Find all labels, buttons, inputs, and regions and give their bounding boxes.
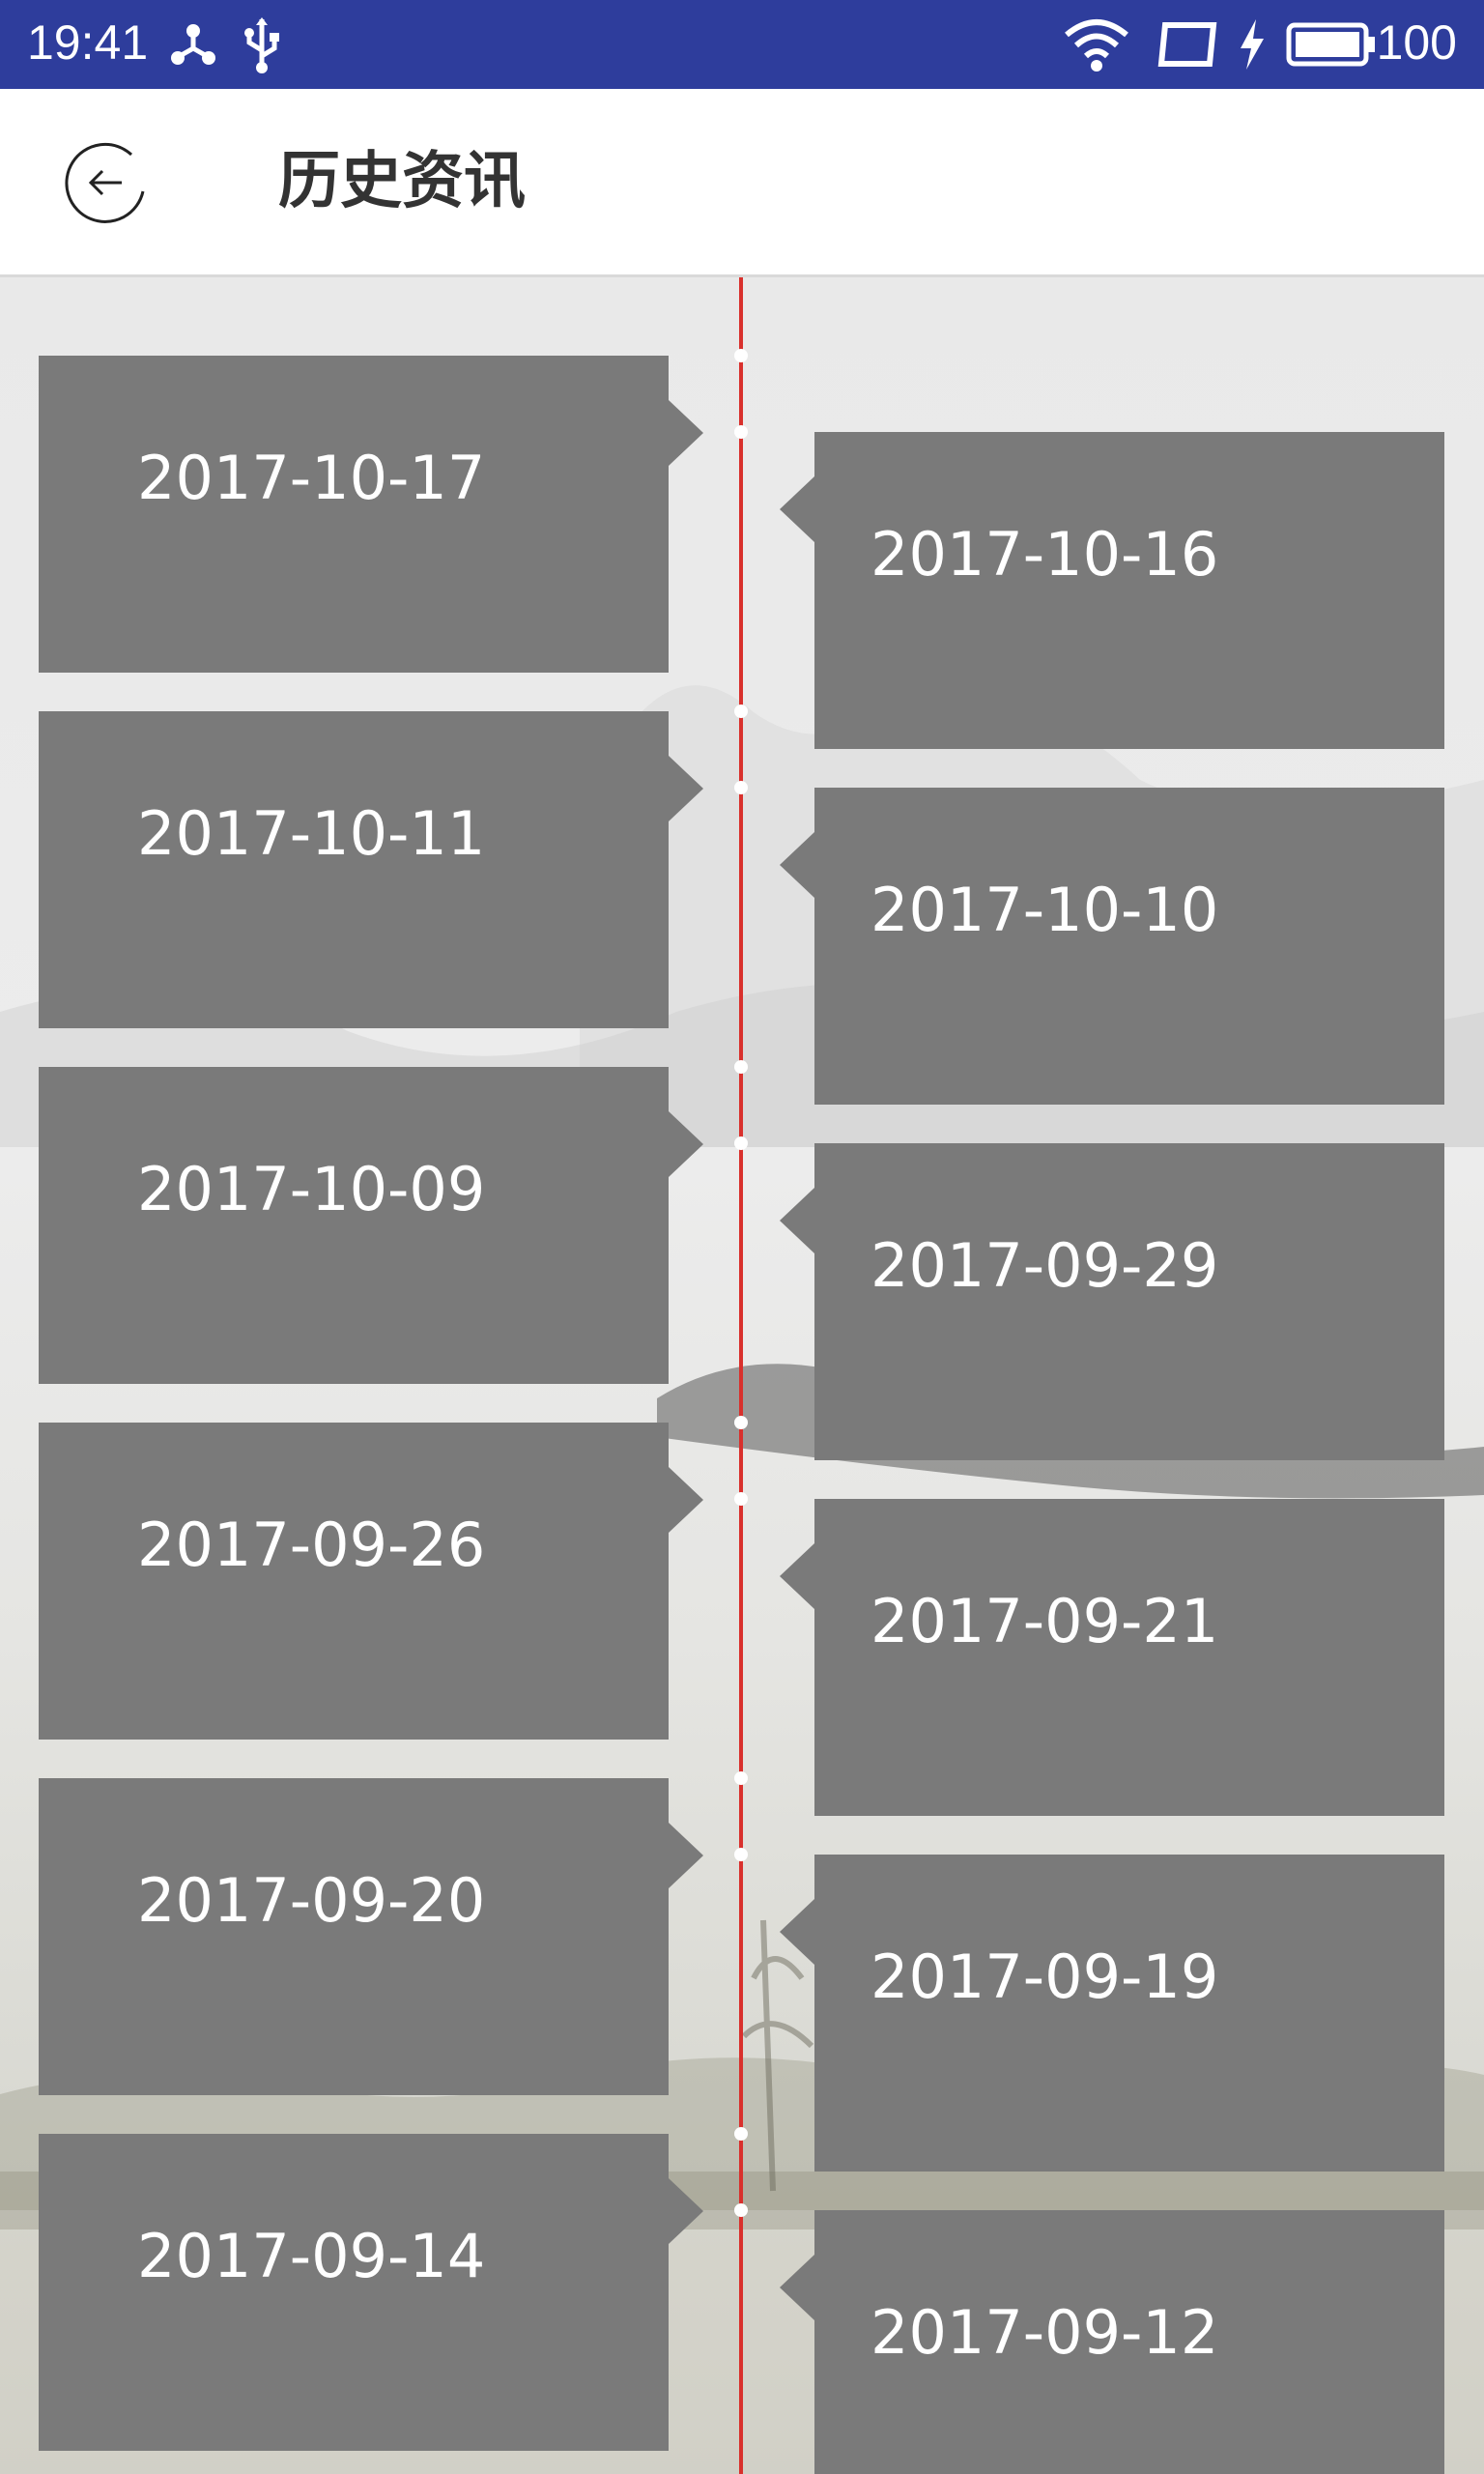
timeline-dot [734,1416,748,1429]
card-date: 2017-09-21 [870,1586,1219,1656]
timeline-dot [734,2127,748,2141]
timeline-dot [734,1060,748,1074]
timeline-dot [734,425,748,439]
card-date: 2017-10-11 [137,798,486,869]
timeline-card-right[interactable]: 2017-09-19 [780,1855,1444,2172]
timeline-line [739,277,743,2474]
battery-icon [1286,22,1375,67]
timeline-dot [734,349,748,362]
card-date: 2017-09-29 [870,1230,1219,1301]
timeline-content[interactable]: 2017-10-17 2017-10-11 2017-10-09 2017-09… [0,277,1484,2474]
status-time: 19:41 [27,15,149,70]
timeline-card-right[interactable]: 2017-09-21 [780,1499,1444,1816]
timeline-dot [734,1848,748,1861]
card-date: 2017-09-26 [137,1510,486,1580]
timeline-card-left[interactable]: 2017-10-11 [39,711,703,1028]
status-bar: 19:41 100 [0,0,1484,89]
share-nodes-icon [171,24,215,65]
back-arrow-icon[interactable] [64,139,151,226]
card-date: 2017-09-20 [137,1865,486,1936]
battery-level: 100 [1376,15,1457,70]
timeline-card-right[interactable]: 2017-09-12 [780,2210,1444,2474]
timeline-card-left[interactable]: 2017-09-20 [39,1778,703,2095]
timeline-card-right[interactable]: 2017-10-10 [780,788,1444,1105]
card-date: 2017-10-10 [870,875,1219,945]
wifi-icon [1065,19,1128,72]
timeline-dot [734,1492,748,1506]
timeline-dot [734,2203,748,2217]
timeline-card-right[interactable]: 2017-10-16 [780,432,1444,749]
timeline-card-left[interactable]: 2017-10-09 [39,1067,703,1384]
timeline-dot [734,1771,748,1785]
card-date: 2017-09-12 [870,2297,1219,2368]
timeline-card-left[interactable]: 2017-09-14 [39,2134,703,2451]
app-bar: 历史资讯 [0,89,1484,277]
card-date: 2017-10-09 [137,1154,486,1224]
usb-icon [244,17,279,73]
page-title: 历史资讯 [278,146,526,217]
timeline-dot [734,705,748,718]
card-date: 2017-09-19 [870,1942,1219,2012]
timeline-card-right[interactable]: 2017-09-29 [780,1143,1444,1460]
timeline-card-left[interactable]: 2017-09-26 [39,1423,703,1740]
timeline-dot [734,781,748,794]
screen-rotation-icon [1157,22,1217,67]
charging-bolt-icon [1241,19,1264,70]
card-date: 2017-10-16 [870,519,1219,590]
card-date: 2017-10-17 [137,443,486,513]
timeline-card-left[interactable]: 2017-10-17 [39,356,703,673]
timeline-dot [734,1136,748,1150]
card-date: 2017-09-14 [137,2221,486,2291]
